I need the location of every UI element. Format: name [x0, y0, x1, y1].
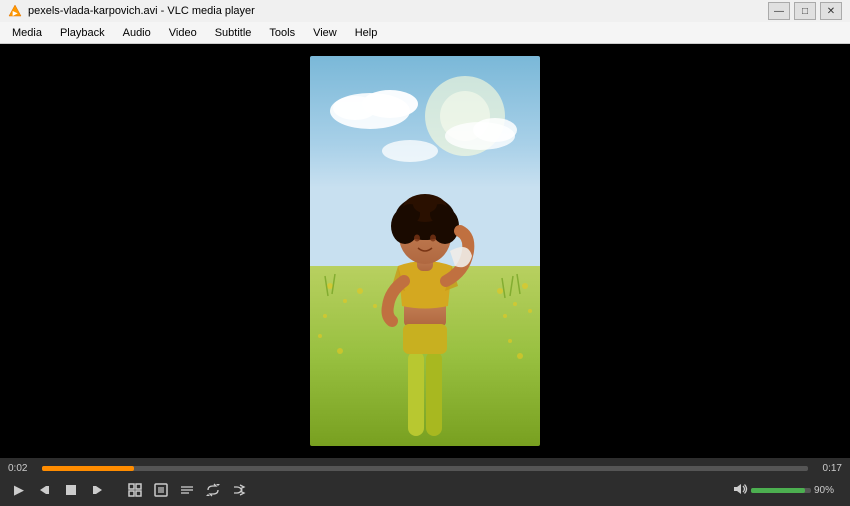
controls-row: ▶	[6, 479, 844, 501]
progress-track[interactable]	[42, 466, 808, 471]
menu-media[interactable]: Media	[4, 25, 50, 41]
volume-area: 90%	[732, 482, 842, 499]
menu-help[interactable]: Help	[347, 25, 386, 41]
random-button[interactable]	[228, 479, 250, 501]
progress-fill	[42, 466, 134, 471]
menu-playback[interactable]: Playback	[52, 25, 113, 41]
time-current: 0:02	[8, 463, 36, 474]
progress-row: 0:02 0:17	[6, 463, 844, 474]
minimize-button[interactable]: —	[768, 2, 790, 20]
play-button[interactable]: ▶	[8, 479, 30, 501]
menu-view[interactable]: View	[305, 25, 345, 41]
playlist-button[interactable]	[176, 479, 198, 501]
time-total: 0:17	[814, 463, 842, 474]
maximize-button[interactable]: □	[794, 2, 816, 20]
close-button[interactable]: ✕	[820, 2, 842, 20]
loop-button[interactable]	[202, 479, 224, 501]
title-bar: ▶ pexels-vlada-karpovich.avi - VLC media…	[0, 0, 850, 22]
window-title: pexels-vlada-karpovich.avi - VLC media p…	[28, 5, 255, 17]
vlc-icon: ▶	[8, 4, 22, 18]
next-button[interactable]	[86, 479, 108, 501]
menu-audio[interactable]: Audio	[115, 25, 159, 41]
menu-video[interactable]: Video	[161, 25, 205, 41]
controls-bar: 0:02 0:17 ▶	[0, 458, 850, 506]
stop-button[interactable]	[60, 479, 82, 501]
volume-icon[interactable]	[732, 482, 748, 499]
volume-track[interactable]	[751, 488, 811, 493]
extended-button[interactable]	[150, 479, 172, 501]
menu-tools[interactable]: Tools	[261, 25, 303, 41]
video-content	[310, 56, 540, 446]
fullscreen-button[interactable]	[124, 479, 146, 501]
svg-text:▶: ▶	[12, 10, 18, 17]
menu-subtitle[interactable]: Subtitle	[207, 25, 260, 41]
prev-button[interactable]	[34, 479, 56, 501]
volume-fill	[751, 488, 805, 493]
title-bar-controls: — □ ✕	[768, 2, 842, 20]
video-area[interactable]	[0, 44, 850, 458]
volume-percentage: 90%	[814, 485, 842, 496]
menu-bar: Media Playback Audio Video Subtitle Tool…	[0, 22, 850, 44]
title-bar-left: ▶ pexels-vlada-karpovich.avi - VLC media…	[8, 4, 255, 18]
